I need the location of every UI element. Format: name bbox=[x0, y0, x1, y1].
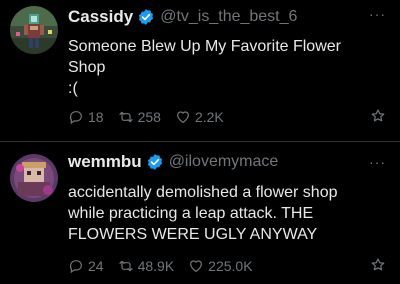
display-name[interactable]: Cassidy bbox=[68, 7, 133, 27]
post-text-line: Shop bbox=[68, 59, 106, 76]
post-text-line: while practicing a leap attack. THE bbox=[68, 205, 314, 222]
post-header: wemmbu @ilovemymace bbox=[68, 151, 278, 173]
like-button[interactable]: 225.0K bbox=[188, 258, 253, 274]
bookmark-icon[interactable] bbox=[370, 257, 386, 278]
repost-count: 48.9K bbox=[137, 258, 175, 274]
like-count: 225.0K bbox=[208, 258, 253, 274]
repost-count: 258 bbox=[137, 109, 161, 125]
repost-icon bbox=[118, 111, 133, 123]
heart-icon bbox=[190, 260, 203, 273]
post-text-line: :( bbox=[68, 80, 78, 97]
handle[interactable]: @tv_is_the_best_6 bbox=[160, 8, 297, 26]
post-text-line: accidentally demolished a flower shop bbox=[68, 184, 338, 201]
post-cassidy[interactable]: Cassidy @tv_is_the_best_6 ··· Someone Bl… bbox=[0, 0, 400, 141]
avatar[interactable] bbox=[10, 154, 58, 202]
post-text: accidentally demolished a flower shop wh… bbox=[68, 182, 392, 245]
heart-icon bbox=[177, 111, 189, 124]
repost-icon bbox=[118, 260, 133, 272]
repost-button[interactable]: 48.9K bbox=[118, 258, 175, 274]
reply-button[interactable]: 24 bbox=[68, 258, 104, 274]
like-count: 2.2K bbox=[194, 109, 224, 125]
post-text: Someone Blew Up My Favorite Flower Shop … bbox=[68, 36, 392, 99]
post-text-line: FLOWERS WERE UGLY ANYWAY bbox=[68, 226, 318, 243]
post-header: Cassidy @tv_is_the_best_6 bbox=[68, 6, 297, 28]
post-actions: 18 258 2.2K bbox=[68, 107, 386, 127]
more-options-icon[interactable]: ··· bbox=[369, 154, 386, 170]
display-name[interactable]: wemmbu bbox=[68, 152, 142, 172]
handle[interactable]: @ilovemymace bbox=[169, 153, 279, 171]
avatar[interactable] bbox=[10, 6, 58, 54]
more-options-icon[interactable]: ··· bbox=[369, 6, 386, 22]
reply-count: 18 bbox=[88, 109, 104, 125]
like-button[interactable]: 2.2K bbox=[175, 109, 224, 125]
verified-badge-icon bbox=[146, 153, 164, 171]
post-actions: 24 48.9K 225.0K bbox=[68, 256, 386, 276]
post-wemmbu[interactable]: wemmbu @ilovemymace ··· accidentally dem… bbox=[0, 142, 400, 284]
repost-button[interactable]: 258 bbox=[118, 109, 161, 125]
post-text-line: Someone Blew Up My Favorite Flower bbox=[68, 38, 341, 55]
reply-button[interactable]: 18 bbox=[68, 109, 104, 125]
bookmark-icon[interactable] bbox=[370, 108, 386, 129]
reply-icon bbox=[69, 260, 82, 274]
reply-count: 24 bbox=[88, 258, 104, 274]
verified-badge-icon bbox=[137, 8, 155, 26]
reply-icon bbox=[69, 111, 82, 125]
